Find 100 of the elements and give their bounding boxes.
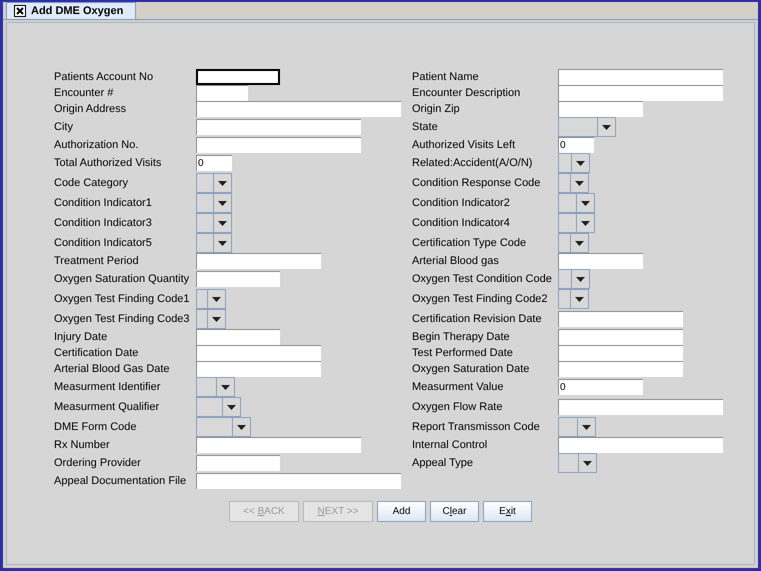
dropdown[interactable]: [196, 309, 226, 329]
field-label: Condition Indicator3: [54, 216, 153, 231]
field-label: Begin Therapy Date: [412, 330, 511, 345]
text-field[interactable]: [196, 119, 361, 135]
close-icon[interactable]: [14, 5, 26, 17]
field-label: Authorized Visits Left: [412, 138, 516, 153]
field-label: Oxygen Saturation Date: [412, 362, 530, 377]
text-field[interactable]: [196, 85, 248, 101]
caret-icon: [237, 424, 246, 430]
caret-icon: [602, 124, 611, 130]
field-label: Certification Revision Date: [412, 312, 543, 327]
text-field[interactable]: [196, 455, 280, 471]
field-label: Condition Indicator1: [54, 196, 153, 211]
field-label: Code Category: [54, 176, 129, 191]
text-field[interactable]: [558, 311, 683, 327]
text-field[interactable]: [196, 69, 280, 85]
field-label: Condition Indicator5: [54, 236, 153, 251]
caret-icon: [581, 200, 590, 206]
caret-icon: [582, 424, 591, 430]
dropdown[interactable]: [196, 173, 232, 193]
field-label: Patient Name: [412, 70, 480, 85]
field-label: Measurment Value: [412, 380, 505, 395]
field-label: Appeal Documentation File: [54, 474, 188, 489]
dropdown[interactable]: [196, 397, 241, 417]
field-label: Measurment Qualifier: [54, 400, 160, 415]
caret-icon: [221, 384, 230, 390]
field-label: Certification Date: [54, 346, 140, 361]
dropdown[interactable]: [558, 153, 590, 173]
caret-icon: [212, 296, 221, 302]
text-field[interactable]: [558, 345, 683, 361]
text-field[interactable]: [196, 253, 321, 269]
field-label: Appeal Type: [412, 456, 474, 471]
field-label: Certification Type Code: [412, 236, 528, 251]
field-label: Oxygen Test Finding Code1: [54, 292, 191, 307]
dropdown[interactable]: [558, 453, 597, 473]
caret-icon: [218, 200, 227, 206]
field-label: Total Authorized Visits: [54, 156, 162, 171]
text-field[interactable]: [558, 253, 643, 269]
field-label: Encounter #: [54, 86, 114, 101]
text-field[interactable]: 0: [558, 379, 643, 395]
button[interactable]: Add: [377, 501, 426, 522]
text-field[interactable]: [196, 271, 280, 287]
text-field[interactable]: [196, 345, 321, 361]
button[interactable]: Clear: [430, 501, 479, 522]
field-label: Rx Number: [54, 438, 111, 453]
text-field[interactable]: [558, 361, 683, 377]
field-label: Condition Response Code: [412, 176, 542, 191]
text-field[interactable]: [196, 329, 280, 345]
text-field[interactable]: [558, 399, 723, 415]
dropdown[interactable]: [558, 269, 590, 289]
text-field[interactable]: 0: [558, 137, 594, 153]
field-label: Related:Accident(A/O/N): [412, 156, 534, 171]
text-field[interactable]: [196, 361, 321, 377]
dropdown[interactable]: [558, 417, 596, 437]
text-field[interactable]: 0: [196, 155, 232, 171]
field-label: Injury Date: [54, 330, 108, 345]
field-label: Ordering Provider: [54, 456, 142, 471]
caret-icon: [583, 460, 592, 466]
field-label: Oxygen Test Finding Code3: [54, 312, 191, 327]
text-field[interactable]: [558, 85, 723, 101]
text-field[interactable]: [558, 69, 723, 85]
text-field[interactable]: [196, 473, 401, 489]
caret-icon: [575, 296, 584, 302]
field-label: Patients Account No: [54, 70, 154, 85]
dropdown[interactable]: [196, 193, 232, 213]
dropdown[interactable]: [558, 213, 595, 233]
dropdown[interactable]: [558, 173, 589, 193]
field-label: Arterial Blood Gas Date: [54, 362, 171, 377]
field-label: Oxygen Test Finding Code2: [412, 292, 549, 307]
field-label: Authorization No.: [54, 138, 140, 153]
field-label: City: [54, 120, 74, 135]
dropdown[interactable]: [558, 289, 589, 309]
field-label: Oxygen Test Condition Code: [412, 272, 553, 287]
field-label: DME Form Code: [54, 420, 138, 435]
caret-icon: [576, 160, 585, 166]
dropdown[interactable]: [196, 233, 232, 253]
field-label: Condition Indicator2: [412, 196, 511, 211]
caret-icon: [218, 240, 227, 246]
text-field[interactable]: [558, 101, 643, 117]
button[interactable]: Exit: [483, 501, 532, 522]
dropdown[interactable]: [196, 213, 232, 233]
dropdown[interactable]: [196, 289, 226, 309]
field-label: Test Performed Date: [412, 346, 514, 361]
caret-icon: [576, 276, 585, 282]
text-field[interactable]: [558, 329, 683, 345]
text-field[interactable]: [196, 437, 361, 453]
caret-icon: [227, 404, 236, 410]
field-label: Condition Indicator4: [412, 216, 511, 231]
dropdown[interactable]: [558, 193, 595, 213]
field-label: Measurment Identifier: [54, 380, 162, 395]
dropdown[interactable]: [196, 377, 235, 397]
field-label: Oxygen Flow Rate: [412, 400, 504, 415]
text-field[interactable]: [196, 101, 401, 117]
dropdown[interactable]: [558, 233, 589, 253]
text-field[interactable]: [196, 137, 361, 153]
field-label: Internal Control: [412, 438, 488, 453]
tab[interactable]: Add DME Oxygen: [6, 2, 136, 19]
text-field[interactable]: [558, 437, 723, 453]
field-label: Report Transmisson Code: [412, 420, 541, 435]
field-label: Treatment Period: [54, 254, 140, 269]
